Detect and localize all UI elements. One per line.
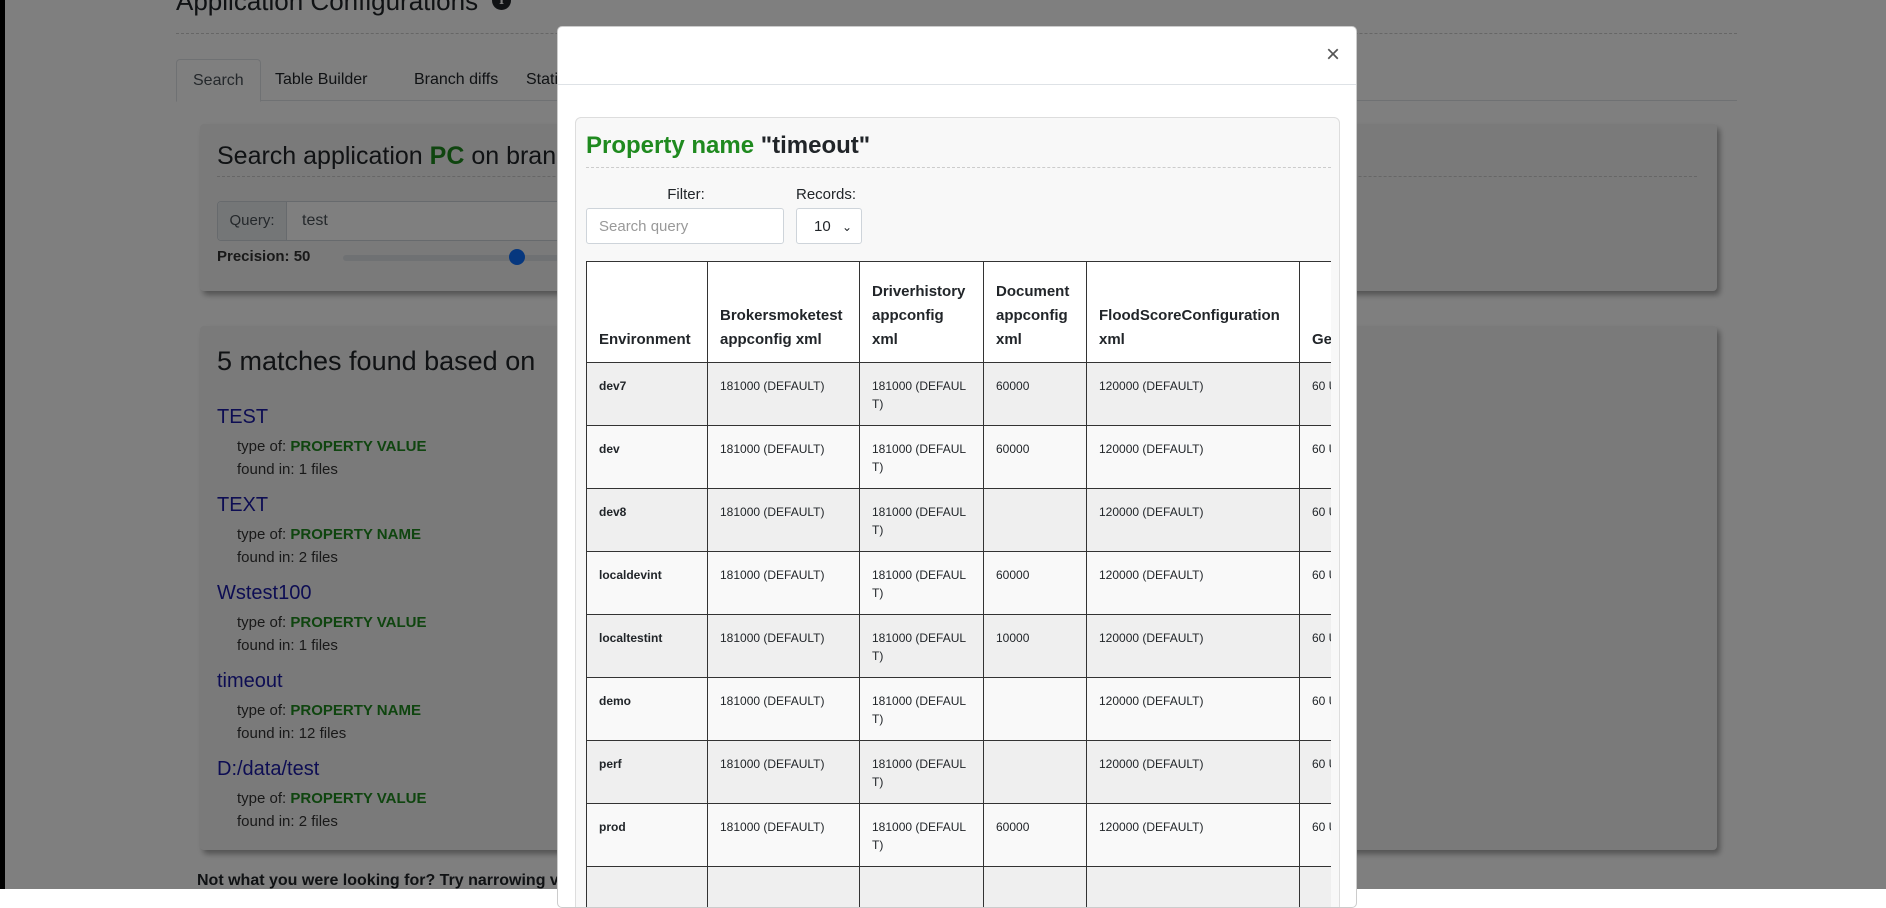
table-cell: 181000 (DEFAUL T) (860, 426, 984, 489)
table-cell: 120000 (DEFAULT) (1087, 426, 1300, 489)
table-row (587, 867, 1332, 908)
column-header-document[interactable]: Document appconfig xml (984, 262, 1087, 363)
property-card: Property name "timeout" Filter: Search q… (575, 117, 1340, 908)
table-cell: 181000 (DEFAULT) (708, 426, 860, 489)
table-cell: 181000 (DEFAULT) (708, 741, 860, 804)
table-row: localtestint 181000 (DEFAULT) 181000 (DE… (587, 615, 1332, 678)
table-cell: 60000 (984, 426, 1087, 489)
table-row: localdevint 181000 (DEFAULT) 181000 (DEF… (587, 552, 1332, 615)
column-header-driverhistory[interactable]: Driverhistory appconfig xml (860, 262, 984, 363)
cell-environment: dev (587, 426, 708, 489)
table-cell: 60 UL (1300, 615, 1332, 678)
table-cell: 181000 (DEFAULT) (708, 678, 860, 741)
table-cell: 181000 (DEFAULT) (708, 489, 860, 552)
filter-label: Filter: (586, 186, 786, 203)
chevron-down-icon: ⌄ (842, 209, 852, 245)
table-row: dev8 181000 (DEFAULT) 181000 (DEFAUL T) … (587, 489, 1332, 552)
table-cell: 181000 (DEFAUL T) (860, 552, 984, 615)
table-cell: 120000 (DEFAULT) (1087, 615, 1300, 678)
table-cell: 181000 (DEFAUL T) (860, 363, 984, 426)
table-header-row: Environment Brokersmoketest appconfig xm… (587, 262, 1332, 363)
table-cell (1300, 867, 1332, 908)
table-row: dev 181000 (DEFAULT) 181000 (DEFAUL T) 6… (587, 426, 1332, 489)
table-cell: 181000 (DEFAUL T) (860, 804, 984, 867)
property-table-wrapper[interactable]: Environment Brokersmoketest appconfig xm… (586, 261, 1331, 908)
table-row: perf 181000 (DEFAULT) 181000 (DEFAUL T) … (587, 741, 1332, 804)
column-header-floodscore[interactable]: FloodScoreConfiguration xml (1087, 262, 1300, 363)
table-cell: 120000 (DEFAULT) (1087, 741, 1300, 804)
table-cell: 120000 (DEFAULT) (1087, 678, 1300, 741)
cell-environment: demo (587, 678, 708, 741)
table-row: dev7 181000 (DEFAULT) 181000 (DEFAUL T) … (587, 363, 1332, 426)
table-cell: 181000 (DEFAUL T) (860, 489, 984, 552)
table-cell: 60000 (984, 363, 1087, 426)
table-cell: 60 UL (1300, 426, 1332, 489)
table-row: demo 181000 (DEFAULT) 181000 (DEFAUL T) … (587, 678, 1332, 741)
cell-environment: perf (587, 741, 708, 804)
table-cell: 120000 (DEFAULT) (1087, 804, 1300, 867)
table-cell (984, 867, 1087, 908)
close-icon[interactable]: × (1326, 45, 1340, 65)
table-cell (1087, 867, 1300, 908)
property-title: Property name "timeout" (586, 132, 870, 160)
table-cell: 181000 (DEFAUL T) (860, 615, 984, 678)
table-cell: 120000 (DEFAULT) (1087, 552, 1300, 615)
table-cell: 181000 (DEFAUL T) (860, 678, 984, 741)
property-modal: × Property name "timeout" Filter: Search… (557, 26, 1357, 908)
table-cell (984, 741, 1087, 804)
table-cell: 60 UL (1300, 489, 1332, 552)
cell-environment: prod (587, 804, 708, 867)
table-cell: 181000 (DEFAULT) (708, 615, 860, 678)
modal-header: × (558, 27, 1356, 85)
cell-environment: dev7 (587, 363, 708, 426)
records-select[interactable]: 10⌄ (796, 208, 862, 244)
table-cell: 60000 (984, 804, 1087, 867)
table-cell (860, 867, 984, 908)
records-label: Records: (796, 186, 856, 203)
table-cell (984, 489, 1087, 552)
property-divider (586, 167, 1331, 168)
table-row: prod 181000 (DEFAULT) 181000 (DEFAUL T) … (587, 804, 1332, 867)
table-cell: 181000 (DEFAULT) (708, 552, 860, 615)
column-header-brokersmoketest[interactable]: Brokersmoketest appconfig xml (708, 262, 860, 363)
table-cell: 181000 (DEFAUL T) (860, 741, 984, 804)
table-cell: 10000 (984, 615, 1087, 678)
table-cell (708, 867, 860, 908)
table-cell: 60 UL (1300, 678, 1332, 741)
table-cell: 60000 (984, 552, 1087, 615)
table-cell: 181000 (DEFAULT) (708, 804, 860, 867)
table-cell: 60 UL (1300, 363, 1332, 426)
cell-environment: localdevint (587, 552, 708, 615)
table-cell: 120000 (DEFAULT) (1087, 489, 1300, 552)
table-cell: 60 UL (1300, 741, 1332, 804)
filter-input[interactable]: Search query (586, 208, 784, 244)
cell-environment: localtestint (587, 615, 708, 678)
window-edge (0, 0, 5, 889)
column-header-environment[interactable]: Environment (587, 262, 708, 363)
property-table: Environment Brokersmoketest appconfig xm… (586, 261, 1331, 908)
table-cell (984, 678, 1087, 741)
table-cell: 60 UL (1300, 552, 1332, 615)
table-cell: 60 UL (1300, 804, 1332, 867)
table-cell: 181000 (DEFAULT) (708, 363, 860, 426)
cell-environment: dev8 (587, 489, 708, 552)
cell-environment (587, 867, 708, 908)
table-cell: 120000 (DEFAULT) (1087, 363, 1300, 426)
column-header-next[interactable]: Ge ap xm (1300, 262, 1332, 363)
